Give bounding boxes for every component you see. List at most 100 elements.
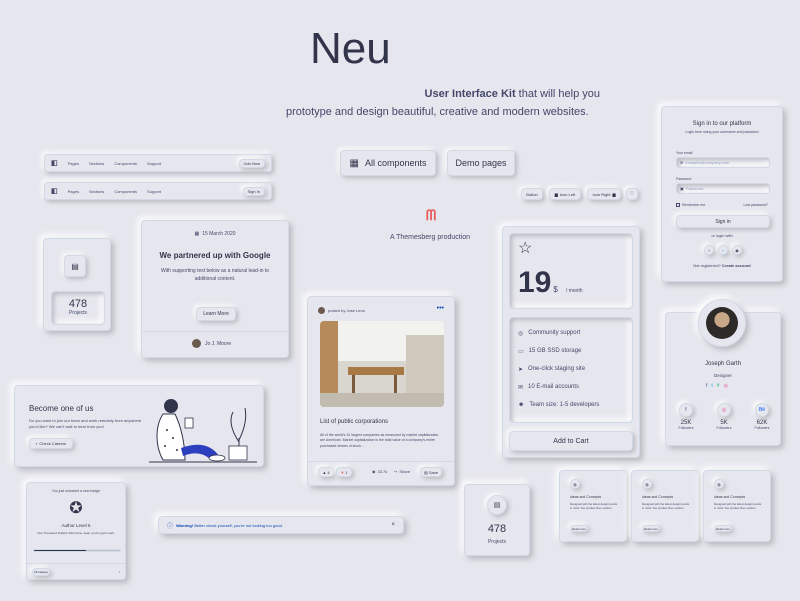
nav-item-components[interactable]: Components xyxy=(114,161,137,166)
dribbble-button[interactable]: ◎ xyxy=(717,403,731,417)
check-careers-button[interactable]: ▪ Check Careers xyxy=(29,438,73,449)
folder-icon: ▆ xyxy=(612,191,616,197)
share-link[interactable]: ↪ Share xyxy=(394,469,410,474)
nav-item-sections[interactable]: Sections xyxy=(89,161,104,166)
price-currency: $ xyxy=(553,285,558,294)
facebook-button[interactable]: f xyxy=(704,245,714,255)
avatar xyxy=(192,339,201,348)
more-options-icon[interactable]: ••• xyxy=(437,305,444,312)
lock-icon: ▣ xyxy=(680,186,684,191)
news-author: Jo J. Moore xyxy=(205,340,232,347)
like-button[interactable]: ▲ 4 xyxy=(318,467,334,477)
email-field[interactable]: ✉ example@company.com xyxy=(676,157,770,168)
avatar xyxy=(706,307,738,339)
stat-label: Projects xyxy=(487,539,507,545)
password-label: Password xyxy=(676,177,692,181)
feature-title: Ideas and Concepts xyxy=(570,495,602,499)
not-registered-text: Not registered? xyxy=(693,263,721,268)
twitter-button[interactable]: t xyxy=(718,245,728,255)
dislike-count: 1 xyxy=(345,469,348,475)
create-account-link[interactable]: Create account xyxy=(722,263,751,268)
feature-item: 10 E-mail accounts xyxy=(528,384,580,390)
careers-title: Become one of us xyxy=(29,404,94,413)
avatar xyxy=(318,307,325,314)
save-label: Save xyxy=(428,469,438,475)
github-button[interactable]: ◉ xyxy=(732,245,742,255)
sign-in-nav-button[interactable]: Sign In xyxy=(242,186,265,196)
or-login-text: or login with xyxy=(711,233,733,238)
stat-label: Followers xyxy=(678,426,694,430)
icon-left-button[interactable]: ▆ Icon Left xyxy=(549,188,581,200)
icon-right-button[interactable]: Icon Right ▆ xyxy=(587,188,621,200)
star-icon: ☆ xyxy=(518,240,533,257)
read-more-button[interactable]: Read more xyxy=(714,525,732,532)
post-title: List of public corporations xyxy=(320,419,389,425)
icon-left-label: Icon Left xyxy=(559,191,576,197)
password-field[interactable]: ▣ Password xyxy=(676,183,770,194)
nav-item-support[interactable]: Support xyxy=(147,161,161,166)
learn-more-button[interactable]: Learn More xyxy=(196,307,236,321)
profile-name: Joseph Garth xyxy=(704,361,742,367)
read-more-button[interactable]: Read more xyxy=(570,525,588,532)
badge-progress xyxy=(33,549,121,552)
profile-avatar-ring xyxy=(698,299,746,347)
all-badges-button[interactable]: All badges xyxy=(32,568,50,576)
join-now-button[interactable]: Join Now xyxy=(238,158,265,168)
folder-icon: ▆ xyxy=(554,191,558,197)
nav-item-pages[interactable]: Pages xyxy=(68,189,79,194)
signin-button[interactable]: Sign in xyxy=(676,215,770,228)
add-to-cart-button[interactable]: Add to Cart xyxy=(509,431,633,451)
save-button[interactable]: ▤ Save xyxy=(420,467,442,477)
twitter-icon: t xyxy=(722,247,724,253)
file-icon: ▤ xyxy=(71,261,79,271)
logo-icon[interactable]: ◧ xyxy=(51,187,58,195)
dribbble-icon[interactable]: ◎ xyxy=(724,383,728,389)
email-placeholder: example@company.com xyxy=(685,160,730,165)
logo-icon[interactable]: ◧ xyxy=(51,159,58,167)
slack-icon[interactable]: # xyxy=(717,383,720,389)
feature-card: ◍ Ideas and Concepts Designed with the l… xyxy=(559,470,627,542)
nav-item-pages[interactable]: Pages xyxy=(68,161,79,166)
demo-pages-button[interactable]: Demo pages xyxy=(447,150,515,176)
dislike-button[interactable]: ▼ 1 xyxy=(336,467,352,477)
nav-item-sections[interactable]: Sections xyxy=(89,189,104,194)
twitter-icon[interactable]: t xyxy=(711,383,712,389)
stat-label: Followers xyxy=(716,426,732,430)
lost-password-link[interactable]: Lost password? xyxy=(743,203,768,207)
facebook-icon: f xyxy=(708,247,710,253)
feature-icon-box: ◍ xyxy=(714,479,724,489)
nav-item-support[interactable]: Support xyxy=(147,189,161,194)
stat-facebook: f 25K Followers xyxy=(676,403,696,430)
all-components-label: All components xyxy=(364,158,427,168)
heart-button[interactable]: ♡ xyxy=(626,188,638,200)
chevron-right-icon[interactable]: › xyxy=(119,569,120,574)
nav-item-components[interactable]: Components xyxy=(114,189,137,194)
stat-icon-box: ▤ xyxy=(487,495,507,515)
plain-button[interactable]: Button xyxy=(521,188,543,200)
badge-card: You just unlocked a new badge ✪ Author L… xyxy=(26,482,126,580)
facebook-button[interactable]: f xyxy=(679,403,693,417)
hero-subtitle-line2: prototype and design beautiful, creative… xyxy=(286,106,589,118)
themesberg-logo-icon: ᗰ xyxy=(426,207,437,223)
email-label: Your email xyxy=(676,151,693,155)
post-card: posted by Jose Leos ••• List of public c… xyxy=(307,296,455,486)
remember-checkbox[interactable] xyxy=(676,203,680,207)
share-label: Share xyxy=(399,469,411,474)
stat-label: Projects xyxy=(68,310,88,316)
close-icon[interactable]: × xyxy=(391,522,395,528)
pricing-header: ☆ 19 $ / month xyxy=(509,233,633,309)
like-count: 4 xyxy=(327,469,330,475)
hero-title: Neu xyxy=(310,24,391,73)
feature-card: ◍ Ideas and Concepts Designed with the l… xyxy=(631,470,699,542)
all-components-button[interactable]: ▦ All components xyxy=(340,150,436,176)
behance-button[interactable]: Bē xyxy=(755,403,769,417)
icon-right-label: Icon Right xyxy=(592,191,611,197)
feature-item: One-click staging site xyxy=(528,366,586,372)
view-count: 33.7k xyxy=(377,469,388,474)
hero-subtitle: User Interface Kit that will help you xyxy=(300,88,600,100)
rocket-icon: ➤ xyxy=(518,366,524,373)
facebook-icon[interactable]: f xyxy=(706,383,707,389)
read-more-button[interactable]: Read more xyxy=(642,525,660,532)
thumbs-up-icon: ▲ xyxy=(322,469,327,475)
pricing-features: ◎ Community support ▭ 15 GB SSD storage ➤ O… xyxy=(509,317,633,423)
